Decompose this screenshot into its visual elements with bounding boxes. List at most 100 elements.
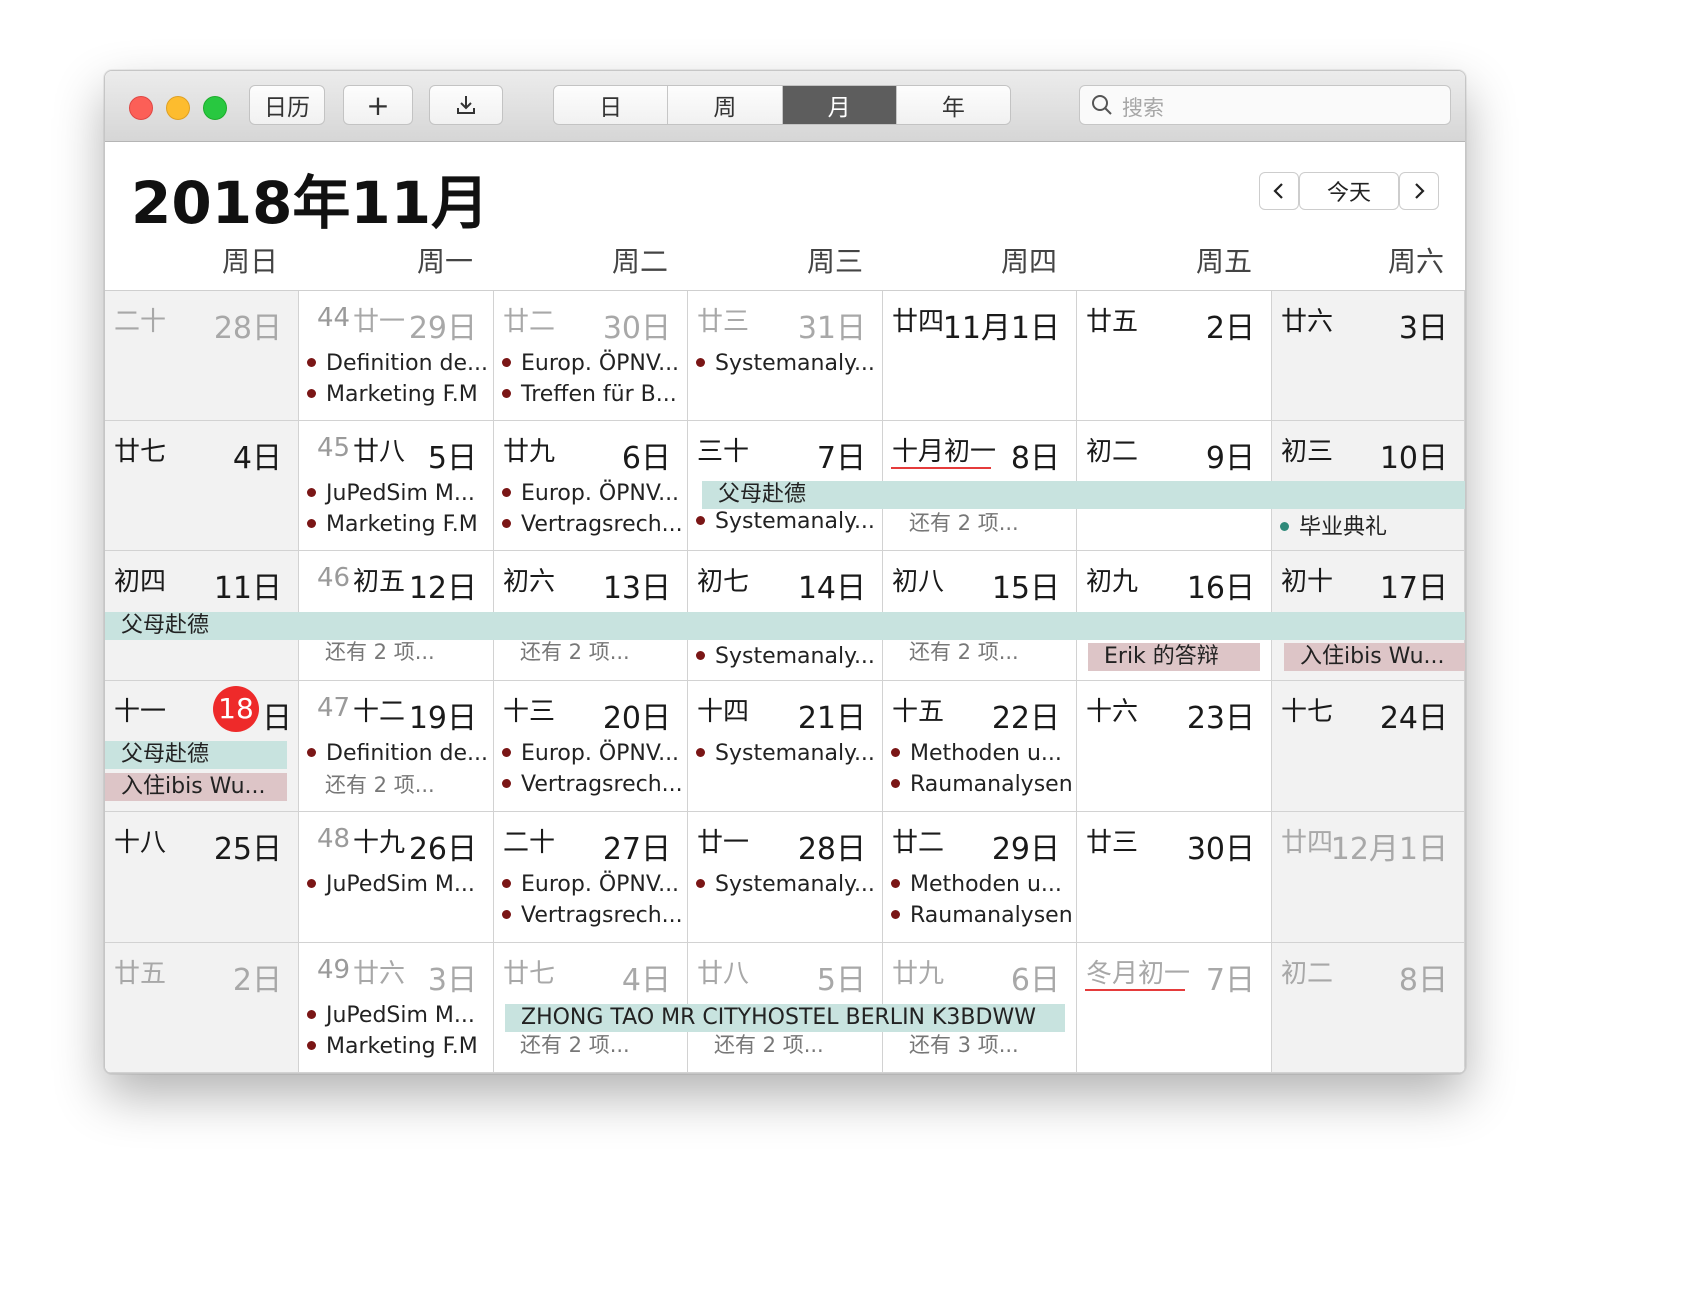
view-day-button[interactable]: 日 bbox=[554, 86, 669, 124]
event-title: Treffen für B... bbox=[521, 382, 677, 407]
event-item[interactable]: Europ. ÖPNV... bbox=[502, 741, 679, 766]
event-title: Marketing F.M bbox=[326, 512, 478, 537]
more-events-link[interactable]: 还有 2 项... bbox=[520, 1029, 630, 1059]
event-item[interactable]: JuPedSim M... bbox=[307, 1003, 475, 1028]
day-cell[interactable]: 48 十九 26日 JuPedSim M... bbox=[299, 812, 494, 943]
event-bar-ibis-hotel[interactable]: 入住ibis Wu... bbox=[105, 773, 287, 801]
day-cell[interactable]: 廿四 11月1日 bbox=[883, 291, 1077, 421]
event-item[interactable]: Marketing F.M bbox=[307, 1034, 478, 1059]
month-title: 2018年11月 bbox=[131, 169, 490, 237]
event-title: Europ. ÖPNV... bbox=[521, 481, 680, 506]
add-event-button[interactable]: + bbox=[343, 85, 413, 125]
close-window-button[interactable] bbox=[129, 96, 153, 120]
month-grid: 二十 28日 44 廿一 29日 Definition de... Marketing F.… bbox=[105, 291, 1465, 1073]
search-placeholder: 搜索 bbox=[1122, 96, 1164, 120]
today-button[interactable]: 今天 bbox=[1299, 172, 1399, 210]
event-item[interactable]: Marketing F.M bbox=[307, 512, 478, 537]
weekday-wed: 周三 bbox=[807, 245, 864, 278]
event-bar-parents[interactable]: 父母赴德 bbox=[702, 481, 1465, 509]
day-cell[interactable]: 二十 28日 bbox=[105, 291, 299, 421]
event-dot bbox=[696, 878, 705, 888]
day-cell[interactable]: 十三 20日 Europ. ÖPNV... Vertragsrech... bbox=[494, 681, 688, 812]
minimize-window-button[interactable] bbox=[166, 96, 190, 120]
day-number: 30日 bbox=[1186, 832, 1255, 867]
day-cell[interactable]: 49 廿六 3日 JuPedSim M... Marketing F.M bbox=[299, 943, 494, 1073]
view-week-button[interactable]: 周 bbox=[668, 86, 783, 124]
event-item[interactable]: Systemanaly... bbox=[696, 509, 875, 534]
event-item[interactable]: Raumanalysen bbox=[891, 772, 1073, 797]
event-item[interactable]: Europ. ÖPNV... bbox=[502, 351, 679, 376]
event-item[interactable]: JuPedSim M... bbox=[307, 481, 475, 506]
day-cell[interactable]: 冬月初一 7日 bbox=[1077, 943, 1272, 1073]
event-item[interactable]: Vertragsrech... bbox=[502, 772, 683, 797]
event-item[interactable]: 毕业典礼 bbox=[1280, 509, 1387, 541]
event-title: Systemanaly... bbox=[715, 351, 875, 376]
more-events-link[interactable]: 还有 2 项... bbox=[520, 636, 630, 666]
event-dot bbox=[502, 487, 511, 497]
more-events-link[interactable]: 还有 2 项... bbox=[909, 636, 1019, 666]
day-cell[interactable]: 十八 25日 bbox=[105, 812, 299, 943]
more-events-link[interactable]: 还有 2 项... bbox=[909, 507, 1019, 537]
day-cell[interactable]: 廿五 2日 bbox=[1077, 291, 1272, 421]
day-cell[interactable]: 廿二 30日 Europ. ÖPNV... Treffen für B... bbox=[494, 291, 688, 421]
calendars-button[interactable]: 日历 bbox=[249, 85, 325, 125]
day-cell[interactable]: 十六 23日 bbox=[1077, 681, 1272, 812]
event-title: Marketing F.M bbox=[326, 382, 478, 407]
import-button[interactable] bbox=[429, 85, 503, 125]
event-item[interactable]: Treffen für B... bbox=[502, 382, 677, 407]
event-item[interactable]: Methoden u... bbox=[891, 872, 1062, 897]
event-item[interactable]: Europ. ÖPNV... bbox=[502, 481, 679, 506]
event-item[interactable]: Systemanaly... bbox=[696, 644, 875, 669]
event-dot bbox=[502, 909, 511, 919]
event-item[interactable]: JuPedSim M... bbox=[307, 872, 475, 897]
day-cell[interactable]: 45 廿八 5日 JuPedSim M... Marketing F.M bbox=[299, 421, 494, 551]
day-cell[interactable]: 二十 27日 Europ. ÖPNV... Vertragsrech... bbox=[494, 812, 688, 943]
day-cell[interactable]: 廿三 30日 bbox=[1077, 812, 1272, 943]
event-item[interactable]: Raumanalysen bbox=[891, 903, 1073, 928]
view-year-button[interactable]: 年 bbox=[896, 86, 1010, 124]
event-item[interactable]: Marketing F.M bbox=[307, 382, 478, 407]
day-cell[interactable]: 廿四 12月1日 bbox=[1272, 812, 1465, 943]
event-item[interactable]: Systemanaly... bbox=[696, 351, 875, 376]
event-bar-erik-defense[interactable]: Erik 的答辩 bbox=[1088, 643, 1260, 671]
event-item[interactable]: Methoden u... bbox=[891, 741, 1062, 766]
event-bar-hostel[interactable]: ZHONG TAO MR CITYHOSTEL BERLIN K3BDWW bbox=[505, 1004, 1065, 1032]
day-cell[interactable]: 十四 21日 Systemanaly... bbox=[688, 681, 883, 812]
zoom-window-button[interactable] bbox=[203, 96, 227, 120]
day-cell[interactable]: 十七 24日 bbox=[1272, 681, 1465, 812]
weekday-fri: 周五 bbox=[1196, 245, 1253, 278]
event-item[interactable]: Europ. ÖPNV... bbox=[502, 872, 679, 897]
more-events-link[interactable]: 还有 2 项... bbox=[325, 769, 435, 799]
event-item[interactable]: Systemanaly... bbox=[696, 872, 875, 897]
day-number: 9日 bbox=[1205, 441, 1255, 476]
more-events-link[interactable]: 还有 2 项... bbox=[714, 1029, 824, 1059]
event-bar-parents[interactable]: 父母赴德 bbox=[105, 741, 287, 769]
day-cell[interactable]: 廿五 2日 bbox=[105, 943, 299, 1073]
next-month-button[interactable] bbox=[1399, 172, 1439, 210]
day-cell[interactable]: 廿六 3日 bbox=[1272, 291, 1465, 421]
day-cell[interactable]: 廿一 28日 Systemanaly... bbox=[688, 812, 883, 943]
event-bar-parents[interactable]: 父母赴德 bbox=[105, 612, 1465, 640]
day-cell[interactable]: 十五 22日 Methoden u... Raumanalysen bbox=[883, 681, 1077, 812]
more-events-link[interactable]: 还有 3 项... bbox=[909, 1029, 1019, 1059]
event-item[interactable]: Vertragsrech... bbox=[502, 903, 683, 928]
event-item[interactable]: Definition de... bbox=[307, 741, 488, 766]
day-cell[interactable]: 廿七 4日 bbox=[105, 421, 299, 551]
view-month-button[interactable]: 月 bbox=[782, 86, 897, 124]
more-events-link[interactable]: 还有 2 项... bbox=[325, 636, 435, 666]
lunar-date: 廿二 bbox=[503, 307, 556, 337]
lunar-date: 初十 bbox=[1281, 567, 1334, 597]
day-cell[interactable]: 44 廿一 29日 Definition de... Marketing F.M bbox=[299, 291, 494, 421]
event-item[interactable]: Systemanaly... bbox=[696, 741, 875, 766]
event-item[interactable]: Definition de... bbox=[307, 351, 488, 376]
day-cell[interactable]: 47 十二 19日 Definition de... 还有 2 项... bbox=[299, 681, 494, 812]
day-cell[interactable]: 廿二 29日 Methoden u... Raumanalysen bbox=[883, 812, 1077, 943]
event-item[interactable]: Vertragsrech... bbox=[502, 512, 683, 537]
day-cell[interactable]: 廿九 6日 Europ. ÖPNV... Vertragsrech... bbox=[494, 421, 688, 551]
event-bar-ibis-hotel[interactable]: 入住ibis Wu... bbox=[1284, 643, 1465, 671]
search-field[interactable]: 搜索 bbox=[1079, 85, 1451, 125]
previous-month-button[interactable] bbox=[1259, 172, 1299, 210]
day-cell[interactable]: 初二 8日 bbox=[1272, 943, 1465, 1073]
day-cell[interactable]: 廿三 31日 Systemanaly... bbox=[688, 291, 883, 421]
day-number: 6日 bbox=[621, 441, 671, 476]
